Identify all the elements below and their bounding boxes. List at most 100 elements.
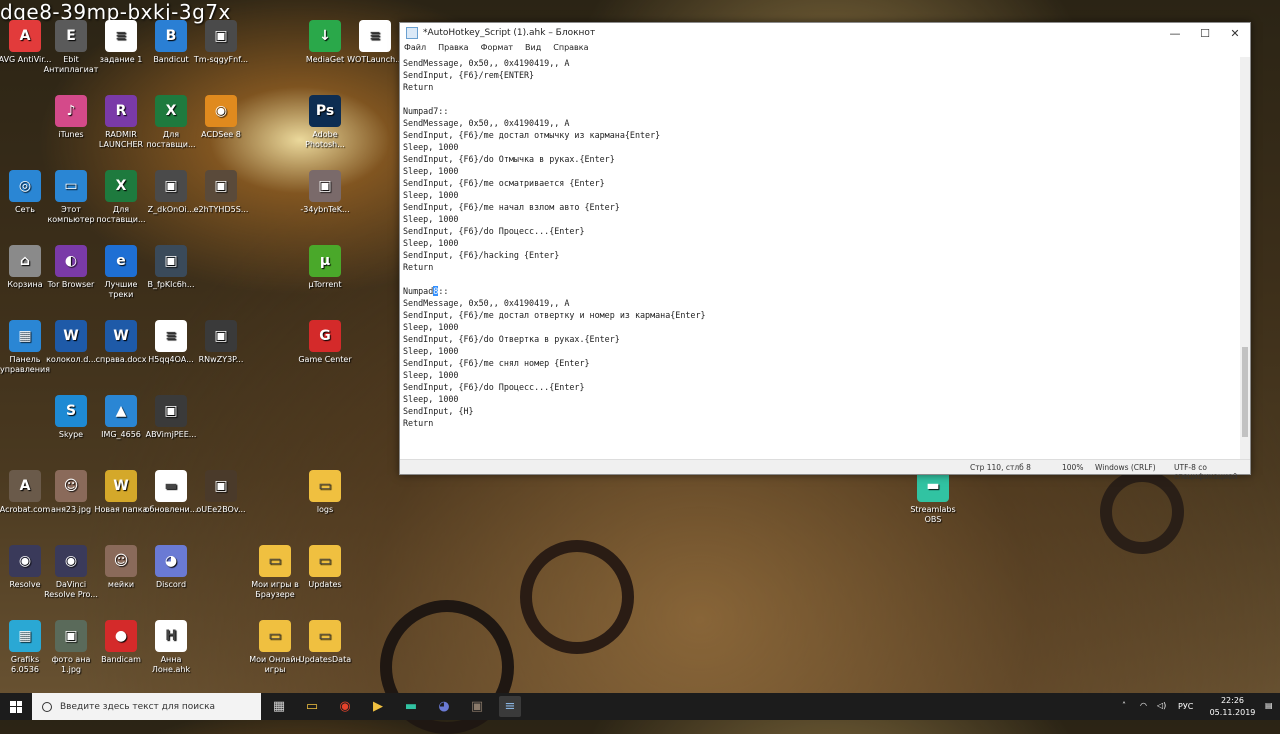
app-icon: ▣	[205, 470, 237, 502]
taskbar-app-chrome[interactable]: ◉	[334, 696, 356, 717]
desktop-icon-label: Анна Лоне.ahk	[151, 655, 191, 674]
notepad-icon: ≡	[504, 699, 516, 714]
media-player-icon: ▶	[373, 699, 383, 714]
app-icon: ≡	[359, 20, 391, 52]
text-line: SendInput, {F6}/me осматривается {Enter}	[403, 178, 605, 188]
desktop-icon[interactable]: ▣ B_fpKlc6h...	[142, 245, 200, 290]
taskbar-app-notepad[interactable]: ≡	[499, 696, 521, 717]
maximize-icon[interactable]: ☐	[1190, 27, 1220, 40]
menu-view[interactable]: Вид	[525, 43, 541, 56]
desktop-icon[interactable]: μ μTorrent	[296, 245, 354, 290]
desktop-icon[interactable]: ▣ oUEe2BOv...	[192, 470, 250, 515]
notepad-title: *AutoHotkey_Script (1).ahk – Блокнот	[423, 28, 596, 38]
taskbar-search[interactable]: Введите здесь текст для поиска	[32, 693, 261, 720]
desktop-icon[interactable]: ▣ RNwZY3P...	[192, 320, 250, 365]
desktop-icon[interactable]: ▣ Tm-sqgyFnf...	[192, 20, 250, 65]
desktop-icon[interactable]: H Анна Лоне.ahk	[142, 620, 200, 675]
notepad-window[interactable]: *AutoHotkey_Script (1).ahk – Блокнот — ☐…	[399, 22, 1251, 481]
app-icon: W	[105, 320, 137, 352]
clock-date[interactable]: 05.11.2019	[1205, 708, 1260, 717]
app-icon: ≡	[105, 20, 137, 52]
app-icon: W	[55, 320, 87, 352]
app-icon: ▣	[155, 170, 187, 202]
selected-text: 8	[433, 286, 439, 296]
app-icon: ◉	[55, 545, 87, 577]
close-icon[interactable]: ✕	[1220, 27, 1250, 40]
taskbar-app-explorer[interactable]: ▭	[301, 696, 323, 717]
app-icon: ◉	[205, 95, 237, 127]
text-line: Sleep, 1000	[403, 394, 459, 404]
app-icon: ▭	[309, 545, 341, 577]
desktop-icon-label: B_fpKlc6h...	[147, 280, 195, 289]
app-icon: ◕	[155, 545, 187, 577]
desktop-icon[interactable]: ▣ -34ybnTeK...	[296, 170, 354, 215]
app-icon: ▣	[205, 170, 237, 202]
text-line: SendInput, {F6}/do Отвертка в руках.{Ent…	[403, 334, 620, 344]
text-line: SendInput, {F6}/rem{ENTER}	[403, 70, 535, 80]
desktop-icon[interactable]: ▭ logs	[296, 470, 354, 515]
discord-icon: ◕	[438, 699, 450, 714]
app-icon: ◐	[55, 245, 87, 277]
system-tray: ˄ ◠ ◁) РУС 22:26 05.11.2019 ▤	[1120, 693, 1280, 720]
app-icon: ▭	[309, 620, 341, 652]
desktop-icon-label: UpdatesData	[298, 655, 352, 664]
desktop-icon[interactable]: ◉ ACDSee 8	[192, 95, 250, 140]
text-line: Numpad8::	[403, 286, 449, 296]
app-icon: B	[155, 20, 187, 52]
explorer-icon: ▭	[305, 699, 319, 714]
desktop-icon[interactable]: ◕ Discord	[142, 545, 200, 590]
desktop-icon[interactable]: ▬ Streamlabs OBS	[904, 470, 962, 525]
taskbar-app-calculator[interactable]: ▦	[268, 696, 290, 717]
text-line: Return	[403, 82, 434, 92]
taskbar-app-discord[interactable]: ◕	[433, 696, 455, 717]
text-line: SendInput, {F6}/do Процесс...{Enter}	[403, 382, 585, 392]
desktop-icon[interactable]: ▭ UpdatesData	[296, 620, 354, 665]
minimize-icon[interactable]: —	[1160, 27, 1190, 40]
taskbar-app-photo[interactable]: ▣	[466, 696, 488, 717]
text-line: Sleep, 1000	[403, 322, 459, 332]
notification-icon[interactable]: ▤	[1265, 701, 1273, 710]
desktop-icon-label: Game Center	[298, 355, 352, 364]
chevron-up-icon[interactable]: ˄	[1122, 701, 1126, 710]
menu-edit[interactable]: Правка	[438, 43, 468, 56]
menu-file[interactable]: Файл	[404, 43, 426, 56]
text-line	[403, 93, 1240, 105]
desktop-icon[interactable]: G Game Center	[296, 320, 354, 365]
app-icon: e	[105, 245, 137, 277]
desktop-icon-label: e2hTYHD5S...	[193, 205, 249, 214]
encoding: UTF-8 со спецификацией	[1174, 463, 1238, 481]
app-icon: Ps	[309, 95, 341, 127]
language-indicator[interactable]: РУС	[1178, 702, 1193, 711]
text-line: SendInput, {F6}/me начал взлом авто {Ent…	[403, 202, 620, 212]
text-line: SendInput, {F6}/hacking {Enter}	[403, 250, 560, 260]
photo-icon: ▣	[470, 699, 484, 714]
network-icon[interactable]: ◠	[1140, 701, 1147, 710]
desktop-icon[interactable]: ▣ e2hTYHD5S...	[192, 170, 250, 215]
desktop-icon[interactable]: ▣ ABVimjPEE...	[142, 395, 200, 440]
desktop-icon-label: Streamlabs OBS	[910, 505, 956, 524]
desktop-icon[interactable]: Ps Adobe Photosh...	[296, 95, 354, 150]
notepad-titlebar[interactable]: *AutoHotkey_Script (1).ahk – Блокнот — ☐…	[400, 23, 1250, 43]
volume-icon[interactable]: ◁)	[1157, 701, 1166, 710]
streamlabs-icon: ▬	[404, 699, 418, 714]
taskbar-app-media-player[interactable]: ▶	[367, 696, 389, 717]
app-icon: X	[105, 170, 137, 202]
desktop-icon[interactable]: ▭ Updates	[296, 545, 354, 590]
clock-time[interactable]: 22:26	[1210, 696, 1255, 705]
taskbar-app-streamlabs[interactable]: ▬	[400, 696, 422, 717]
text-line: Return	[403, 262, 434, 272]
zoom-level: 100%	[1062, 463, 1084, 472]
desktop-icon[interactable]: ≡ WOTLaunch...	[346, 20, 404, 65]
text-line: Sleep, 1000	[403, 214, 459, 224]
notepad-menubar: Файл Правка Формат Вид Справка	[400, 43, 1250, 56]
menu-help[interactable]: Справка	[553, 43, 588, 56]
app-icon: ♪	[55, 95, 87, 127]
app-icon: ▭	[259, 545, 291, 577]
search-placeholder: Введите здесь текст для поиска	[60, 701, 216, 712]
text-line: Sleep, 1000	[403, 166, 459, 176]
vertical-scrollbar[interactable]	[1240, 57, 1250, 459]
scrollbar-thumb[interactable]	[1242, 347, 1248, 437]
menu-format[interactable]: Формат	[481, 43, 513, 56]
start-button[interactable]	[0, 693, 32, 720]
notepad-text-area[interactable]: SendMessage, 0x50,, 0x4190419,, A SendInp…	[400, 57, 1240, 459]
